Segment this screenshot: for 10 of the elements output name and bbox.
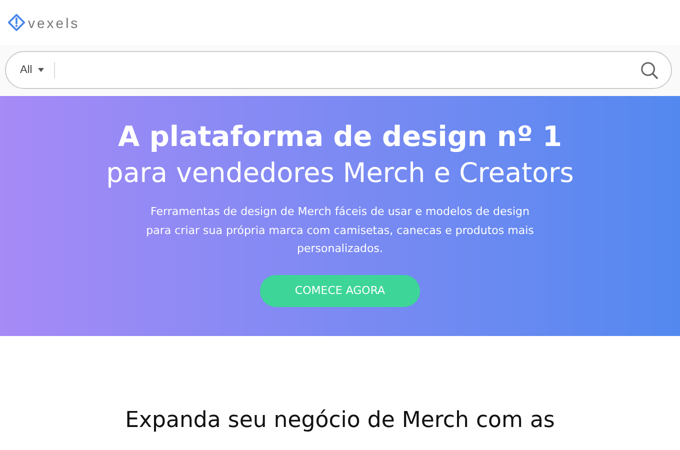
logo-text[interactable]: vexels <box>28 14 80 30</box>
caret-icon <box>38 68 44 72</box>
section-heading: Expanda seu negócio de Merch com as <box>124 407 556 435</box>
category-dropdown[interactable]: All <box>20 64 44 76</box>
hero-description: Ferramentas de design de Merch fáceis de usar e modelos de design para criar sua própria marca com camisetas, canecas e produtos mais personalizados. <box>145 204 535 257</box>
hero-title: A plataforma de design nº 1 <box>118 119 562 155</box>
hero-subtitle: para vendedores Merch e Creators <box>106 157 574 191</box>
logo-icon <box>8 14 25 31</box>
search-field[interactable]: All <box>5 51 672 89</box>
search-icon[interactable] <box>640 60 659 80</box>
